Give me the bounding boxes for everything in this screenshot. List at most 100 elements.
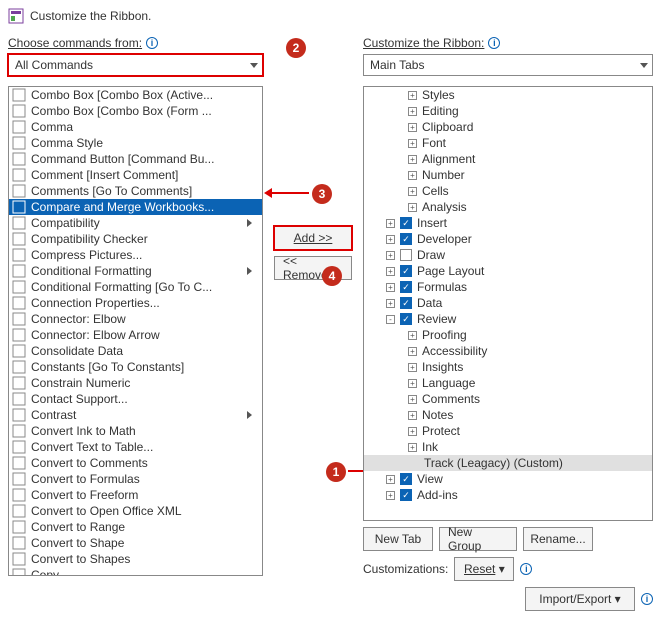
tree-item[interactable]: +Language bbox=[364, 375, 652, 391]
ribbon-tree[interactable]: +Styles+Editing+Clipboard+Font+Alignment… bbox=[363, 86, 653, 521]
tree-item[interactable]: +Draw bbox=[364, 247, 652, 263]
expand-icon[interactable]: + bbox=[408, 347, 417, 356]
expand-icon[interactable]: + bbox=[386, 475, 395, 484]
tree-item[interactable]: +Font bbox=[364, 135, 652, 151]
command-item[interactable]: Convert to Shapes bbox=[9, 551, 262, 567]
new-group-button[interactable]: New Group bbox=[439, 527, 517, 551]
info-icon[interactable]: i bbox=[146, 37, 158, 49]
command-item[interactable]: Connection Properties... bbox=[9, 295, 262, 311]
reset-button[interactable]: Reset ▾ bbox=[454, 557, 514, 581]
expand-icon[interactable]: + bbox=[408, 139, 417, 148]
tree-item[interactable]: Track (Leagacy) (Custom) bbox=[364, 455, 652, 471]
add-button[interactable]: Add >> bbox=[274, 226, 352, 250]
expand-icon[interactable]: - bbox=[386, 315, 395, 324]
command-item[interactable]: Constants [Go To Constants] bbox=[9, 359, 262, 375]
command-item[interactable]: Connector: Elbow bbox=[9, 311, 262, 327]
tree-item[interactable]: +Insert bbox=[364, 215, 652, 231]
command-item[interactable]: Convert to Range bbox=[9, 519, 262, 535]
tree-item[interactable]: +Alignment bbox=[364, 151, 652, 167]
tree-item[interactable]: +Developer bbox=[364, 231, 652, 247]
ribbon-dropdown[interactable]: Main Tabs bbox=[363, 54, 653, 76]
expand-icon[interactable]: + bbox=[408, 331, 417, 340]
expand-icon[interactable]: + bbox=[408, 395, 417, 404]
tree-item[interactable]: +Proofing bbox=[364, 327, 652, 343]
import-export-button[interactable]: Import/Export ▾ bbox=[525, 587, 635, 611]
expand-icon[interactable]: + bbox=[408, 379, 417, 388]
expand-icon[interactable]: + bbox=[386, 283, 395, 292]
checkbox[interactable] bbox=[400, 297, 412, 309]
checkbox[interactable] bbox=[400, 281, 412, 293]
tree-item[interactable]: +Data bbox=[364, 295, 652, 311]
command-item[interactable]: Compatibility Checker bbox=[9, 231, 262, 247]
checkbox[interactable] bbox=[400, 233, 412, 245]
command-item[interactable]: Comment [Insert Comment] bbox=[9, 167, 262, 183]
expand-icon[interactable]: + bbox=[408, 155, 417, 164]
expand-icon[interactable]: + bbox=[386, 219, 395, 228]
command-item[interactable]: Comma bbox=[9, 119, 262, 135]
command-item[interactable]: Compatibility bbox=[9, 215, 262, 231]
tree-item[interactable]: +Protect bbox=[364, 423, 652, 439]
command-item[interactable]: Contrast bbox=[9, 407, 262, 423]
command-item[interactable]: Compress Pictures... bbox=[9, 247, 262, 263]
checkbox[interactable] bbox=[400, 473, 412, 485]
expand-icon[interactable]: + bbox=[408, 107, 417, 116]
command-item[interactable]: Convert to Formulas bbox=[9, 471, 262, 487]
command-item[interactable]: Copy bbox=[9, 567, 262, 576]
command-item[interactable]: Convert to Freeform bbox=[9, 487, 262, 503]
command-item[interactable]: Conditional Formatting bbox=[9, 263, 262, 279]
expand-icon[interactable]: + bbox=[408, 171, 417, 180]
expand-icon[interactable]: + bbox=[408, 187, 417, 196]
command-item[interactable]: Connector: Elbow Arrow bbox=[9, 327, 262, 343]
tree-item[interactable]: +Number bbox=[364, 167, 652, 183]
expand-icon[interactable]: + bbox=[386, 267, 395, 276]
command-item[interactable]: Comma Style bbox=[9, 135, 262, 151]
tree-item[interactable]: +Comments bbox=[364, 391, 652, 407]
info-icon[interactable]: i bbox=[520, 563, 532, 575]
command-item[interactable]: Combo Box [Combo Box (Form ... bbox=[9, 103, 262, 119]
expand-icon[interactable]: + bbox=[408, 427, 417, 436]
expand-icon[interactable]: + bbox=[408, 203, 417, 212]
expand-icon[interactable]: + bbox=[408, 123, 417, 132]
expand-icon[interactable]: + bbox=[408, 411, 417, 420]
command-item[interactable]: Combo Box [Combo Box (Active... bbox=[9, 87, 262, 103]
expand-icon[interactable]: + bbox=[386, 491, 395, 500]
tree-item[interactable]: +Formulas bbox=[364, 279, 652, 295]
tree-item[interactable]: +Add-ins bbox=[364, 487, 652, 503]
command-item[interactable]: Convert Ink to Math bbox=[9, 423, 262, 439]
tree-item[interactable]: +Notes bbox=[364, 407, 652, 423]
checkbox[interactable] bbox=[400, 313, 412, 325]
info-icon[interactable]: i bbox=[488, 37, 500, 49]
checkbox[interactable] bbox=[400, 249, 412, 261]
command-item[interactable]: Convert to Comments bbox=[9, 455, 262, 471]
checkbox[interactable] bbox=[400, 265, 412, 277]
tree-item[interactable]: +Accessibility bbox=[364, 343, 652, 359]
commands-listbox[interactable]: Combo Box [Combo Box (Active...Combo Box… bbox=[8, 86, 263, 576]
tree-item[interactable]: -Review bbox=[364, 311, 652, 327]
tree-item[interactable]: +Ink bbox=[364, 439, 652, 455]
info-icon[interactable]: i bbox=[641, 593, 653, 605]
expand-icon[interactable]: + bbox=[408, 363, 417, 372]
command-item[interactable]: Command Button [Command Bu... bbox=[9, 151, 262, 167]
tree-item[interactable]: +Styles bbox=[364, 87, 652, 103]
tree-item[interactable]: +Clipboard bbox=[364, 119, 652, 135]
expand-icon[interactable]: + bbox=[386, 235, 395, 244]
tree-item[interactable]: +Cells bbox=[364, 183, 652, 199]
expand-icon[interactable]: + bbox=[386, 299, 395, 308]
tree-item[interactable]: +Editing bbox=[364, 103, 652, 119]
command-item[interactable]: Constrain Numeric bbox=[9, 375, 262, 391]
rename-button[interactable]: Rename... bbox=[523, 527, 593, 551]
commands-dropdown[interactable]: All Commands bbox=[8, 54, 263, 76]
command-item[interactable]: Convert Text to Table... bbox=[9, 439, 262, 455]
expand-icon[interactable]: + bbox=[386, 251, 395, 260]
new-tab-button[interactable]: New Tab bbox=[363, 527, 433, 551]
tree-item[interactable]: +Analysis bbox=[364, 199, 652, 215]
command-item[interactable]: Convert to Open Office XML bbox=[9, 503, 262, 519]
expand-icon[interactable]: + bbox=[408, 443, 417, 452]
command-item[interactable]: Compare and Merge Workbooks... bbox=[9, 199, 262, 215]
command-item[interactable]: Contact Support... bbox=[9, 391, 262, 407]
expand-icon[interactable]: + bbox=[408, 91, 417, 100]
tree-item[interactable]: +View bbox=[364, 471, 652, 487]
command-item[interactable]: Convert to Shape bbox=[9, 535, 262, 551]
command-item[interactable]: Conditional Formatting [Go To C... bbox=[9, 279, 262, 295]
command-item[interactable]: Consolidate Data bbox=[9, 343, 262, 359]
